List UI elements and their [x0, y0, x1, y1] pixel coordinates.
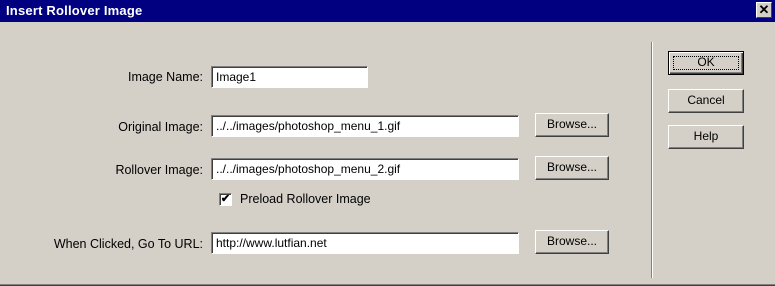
checkmark-icon: ✔	[220, 193, 231, 205]
close-icon: ✕	[758, 2, 770, 17]
ok-button[interactable]: OK	[668, 51, 744, 75]
focus-rectangle	[673, 56, 739, 70]
rollover-image-field[interactable]: ../../images/photoshop_menu_2.gif	[211, 158, 519, 180]
close-button[interactable]: ✕	[756, 2, 772, 18]
url-label: When Clicked, Go To URL:	[53, 237, 203, 251]
help-button[interactable]: Help	[668, 125, 744, 149]
window-title: Insert Rollover Image	[6, 3, 143, 18]
rollover-image-label: Rollover Image:	[115, 163, 203, 177]
vertical-separator	[651, 42, 653, 278]
url-browse-button[interactable]: Browse...	[535, 230, 609, 254]
image-name-field[interactable]: Image1	[211, 66, 368, 88]
preload-label[interactable]: Preload Rollover Image	[240, 192, 371, 206]
original-image-label: Original Image:	[118, 120, 203, 134]
url-field[interactable]: http://www.lutfian.net	[211, 232, 519, 254]
original-image-field[interactable]: ../../images/photoshop_menu_1.gif	[211, 115, 519, 137]
title-bar: Insert Rollover Image ✕	[0, 0, 775, 22]
preload-checkbox[interactable]: ✔	[219, 193, 232, 206]
image-name-label: Image Name:	[127, 70, 203, 84]
original-image-browse-button[interactable]: Browse...	[535, 113, 609, 137]
cancel-button[interactable]: Cancel	[668, 89, 744, 113]
rollover-image-browse-button[interactable]: Browse...	[535, 156, 609, 180]
